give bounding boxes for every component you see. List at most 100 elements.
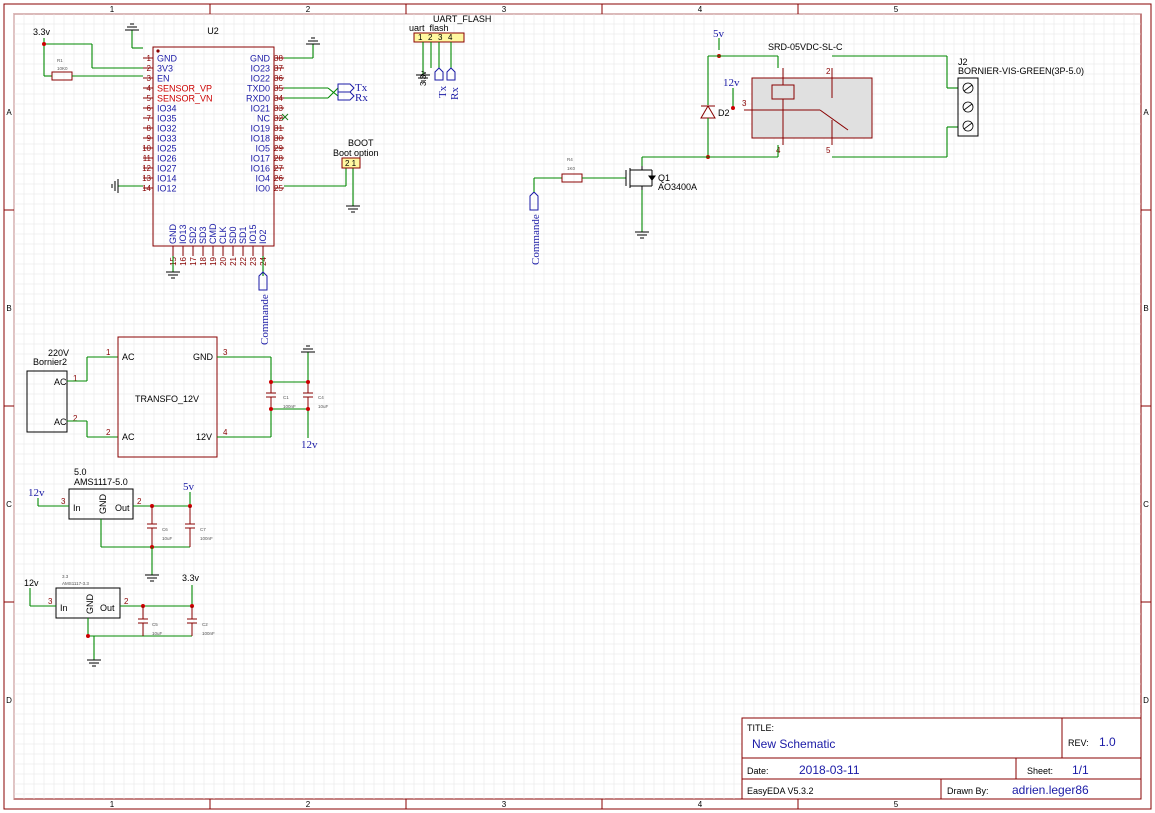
transfo-ac2: AC <box>122 432 135 442</box>
u2-pin-name: IO32 <box>157 124 177 134</box>
v12-reg5-label: 12v <box>28 487 45 499</box>
uart-tx: Tx <box>437 85 449 98</box>
v12-reg33-label: 12v <box>24 578 39 588</box>
u2-pin-name: IO4 <box>255 174 270 184</box>
u2-pin-number: 12 <box>142 164 151 173</box>
frame-col-label: 4 <box>698 5 703 14</box>
u2-ref: U2 <box>207 26 219 36</box>
reg33-p2: 2 <box>124 597 129 606</box>
u2-pin-number: 20 <box>219 256 228 265</box>
drawn-by: adrien.leger86 <box>1012 783 1089 797</box>
frame-row-label: A <box>1143 108 1149 117</box>
tool-version: EasyEDA V5.3.2 <box>747 786 814 796</box>
frame-col-label: 2 <box>306 5 311 14</box>
u2-pin-number: 33 <box>274 104 283 113</box>
frame-col-label: 1 <box>110 800 115 809</box>
u2-pin-number: 13 <box>142 174 151 183</box>
title-label: TITLE: <box>747 723 774 733</box>
c6-ref: C6 <box>162 527 168 532</box>
u2-pin-name: SD0 <box>228 226 238 244</box>
uart-33v: 3.3v <box>419 71 428 86</box>
v12-relay-label: 12v <box>723 77 740 89</box>
u2-pin-name: IO16 <box>250 164 270 174</box>
sheet-label: Sheet: <box>1027 766 1053 776</box>
c6-val: 10uF <box>162 536 173 541</box>
u2-pin-name: IO14 <box>157 174 177 184</box>
uart-pin-number: 1 <box>418 33 423 42</box>
u2-pin-number: 10 <box>142 144 151 153</box>
drawn-label: Drawn By: <box>947 786 989 796</box>
u2-pin-name: SD1 <box>238 226 248 244</box>
u2-pin-number: 32 <box>274 114 283 123</box>
commande-netlabel-u2: Commande <box>259 294 271 345</box>
bornier-ref: Bornier2 <box>33 357 67 367</box>
u2-pin-name: SD3 <box>198 226 208 244</box>
u2-pin-name: IO13 <box>178 224 188 244</box>
u2-pin-number: 3 <box>147 74 152 83</box>
u2-pin-number: 5 <box>147 94 152 103</box>
u2-pin-name: GND <box>250 54 271 64</box>
u2-pin-name: SD2 <box>188 226 198 244</box>
schematic-sheet: 1122334455A AB BC CD D U2 1 GND2 3V33 EN4 SENSOR… <box>3 3 1152 810</box>
u2-pin-name: IO34 <box>157 104 177 114</box>
uart-pin-number: 2 <box>428 33 433 42</box>
reg5-val: 5.0 <box>74 467 87 477</box>
boot-option: Boot option <box>333 148 379 158</box>
u2-pin-number: 23 <box>249 256 258 265</box>
u2-pin-name: CLK <box>218 226 228 244</box>
u2-pin-name: IO22 <box>250 74 270 84</box>
r1-ref: R1 <box>57 58 63 63</box>
u2-pin-name: NC <box>257 114 270 124</box>
u2-pin-name: IO23 <box>250 64 270 74</box>
u2-pin-number: 28 <box>274 154 283 163</box>
reg5-p3: 3 <box>61 497 66 506</box>
frame-col-label: 1 <box>110 5 115 14</box>
bornier-ac2: AC <box>54 417 67 427</box>
date-label: Date: <box>747 766 769 776</box>
v5-reg5-label: 5v <box>183 481 195 493</box>
u2-pin-name: IO33 <box>157 134 177 144</box>
u2-pin-name: CMD <box>208 223 218 244</box>
u2-pin-name: TXD0 <box>247 84 270 94</box>
q1-val: AO3400A <box>658 182 697 192</box>
c2-ref: C2 <box>202 622 208 627</box>
u2-pin-number: 27 <box>274 164 283 173</box>
u2-pin-number: 16 <box>179 256 188 265</box>
frame-row-label: A <box>6 108 12 117</box>
c2-val: 100nF <box>202 631 215 636</box>
r1-val: 10K0 <box>57 66 68 71</box>
v12-transfo-label: 12v <box>301 439 318 451</box>
transfo-p2: 2 <box>106 428 111 437</box>
c4-val: 10uF <box>318 404 329 409</box>
r4-val: 1K0 <box>567 166 576 171</box>
date-value: 2018-03-11 <box>799 763 860 777</box>
title-value: New Schematic <box>752 737 835 751</box>
u2-pin-number: 29 <box>274 144 283 153</box>
frame-row-label: C <box>6 500 12 509</box>
u2-pin-name: IO0 <box>255 184 270 194</box>
frame-col-label: 4 <box>698 800 703 809</box>
u2-pin-number: 19 <box>209 256 218 265</box>
u2-pin-number: 31 <box>274 124 283 133</box>
u2-pin-number: 37 <box>274 64 283 73</box>
bornier-p1: 1 <box>73 374 78 383</box>
u2-pin-name: IO25 <box>157 144 177 154</box>
u2-pin-name: RXD0 <box>246 94 270 104</box>
u2-pin-name: IO5 <box>255 144 270 154</box>
title-block: TITLE: New Schematic REV: 1.0 Date: 2018… <box>741 717 1142 800</box>
c1-ref: C1 <box>283 395 289 400</box>
reg5-gnd: GND <box>98 494 108 515</box>
v33-reg33-label: 3.3v <box>182 573 200 583</box>
u2-pin-number: 36 <box>274 74 283 83</box>
transfo-gnd: GND <box>193 352 214 362</box>
transfo-p3: 3 <box>223 348 228 357</box>
u2-pin-number: 4 <box>147 84 152 93</box>
c4-ref: C4 <box>318 395 324 400</box>
u2-pin-number: 2 <box>147 64 152 73</box>
u2-pin-number: 25 <box>274 184 283 193</box>
u2-pin-number: 17 <box>189 256 198 265</box>
d2-ref: D2 <box>718 108 730 118</box>
uart-rx: Rx <box>449 87 461 100</box>
rev-value: 1.0 <box>1099 735 1116 749</box>
u2-pin-number: 21 <box>229 256 238 265</box>
